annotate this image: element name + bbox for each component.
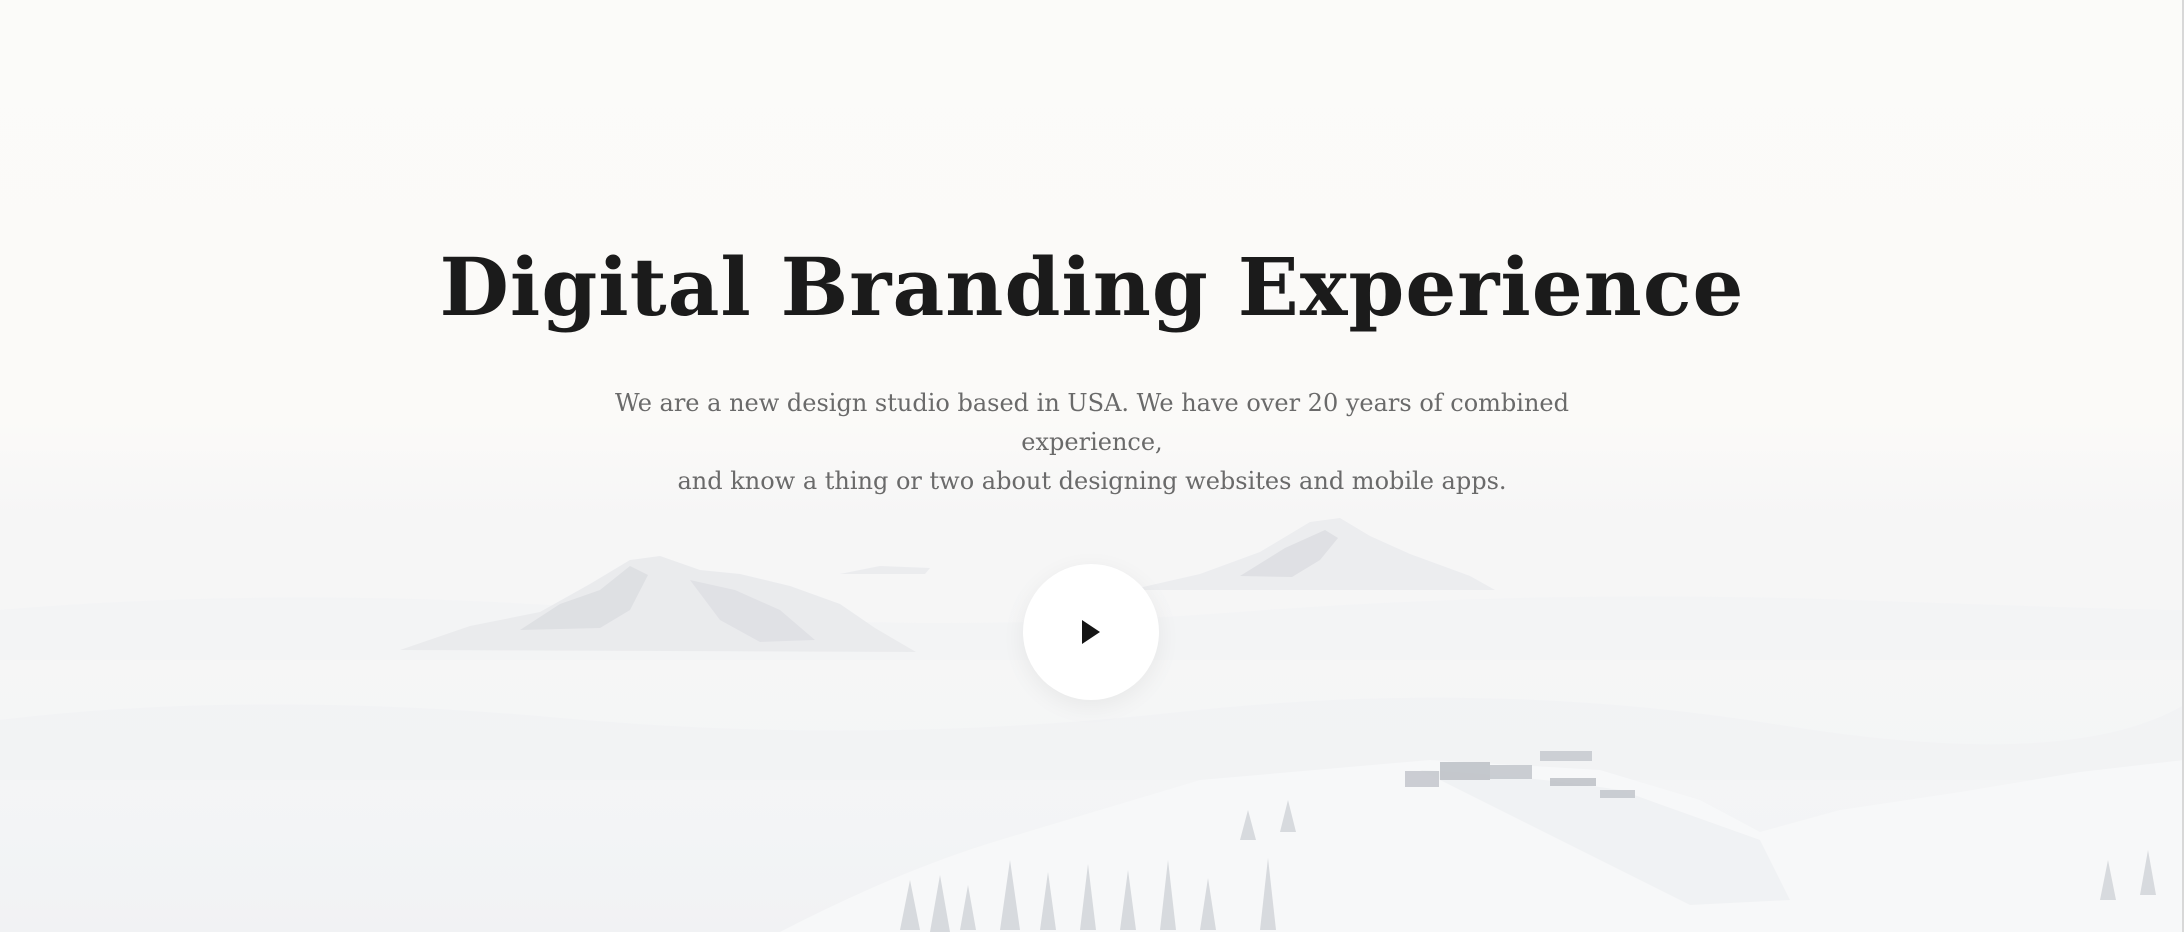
hero-title: Digital Branding Experience [439,240,1745,334]
hero-subtitle: We are a new design studio based in USA.… [542,384,1642,501]
hero-content: Digital Branding Experience We are a new… [0,0,2184,932]
hero-section: Digital Branding Experience We are a new… [0,0,2184,932]
hero-subtitle-line-1: We are a new design studio based in USA.… [614,389,1569,456]
play-video-button[interactable] [1023,564,1159,700]
hero-subtitle-line-2: and know a thing or two about designing … [677,467,1507,495]
play-icon [1082,620,1100,644]
